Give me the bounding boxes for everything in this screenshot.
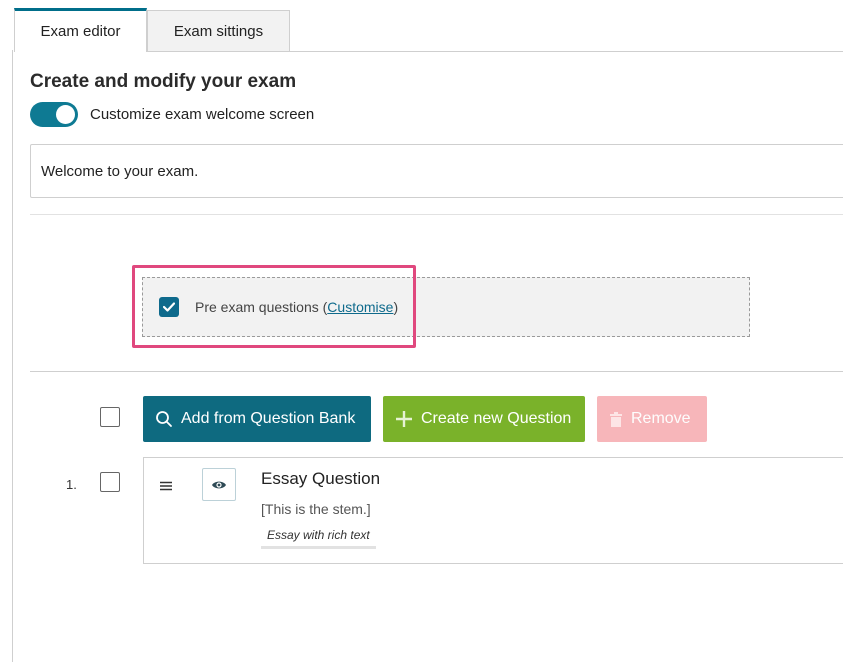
plus-icon (395, 410, 413, 428)
tab-exam-editor[interactable]: Exam editor (14, 8, 147, 52)
welcome-screen-toggle-label: Customize exam welcome screen (90, 106, 315, 123)
question-title[interactable]: Essay Question (261, 469, 380, 489)
welcome-text-field[interactable]: Welcome to your exam. (30, 144, 843, 198)
create-new-question-button[interactable]: Create new Question (383, 396, 585, 442)
question-select-checkbox[interactable] (100, 472, 120, 492)
question-type-badge: Essay with rich text (261, 526, 376, 549)
add-from-question-bank-label: Add from Question Bank (181, 410, 356, 427)
preview-button[interactable] (202, 468, 236, 501)
remove-button[interactable]: Remove (597, 396, 707, 442)
pre-exam-label: Pre exam questions (Customise) (195, 299, 398, 315)
eye-icon (212, 481, 226, 488)
question-card (143, 457, 843, 564)
tab-exam-sittings[interactable]: Exam sittings (147, 10, 290, 52)
left-border (12, 50, 13, 662)
create-new-question-label: Create new Question (421, 410, 572, 427)
tab-underline (146, 51, 843, 52)
divider (30, 371, 843, 372)
pre-exam-label-text: Pre exam questions (195, 299, 319, 315)
checkmark-icon (163, 302, 175, 312)
drag-handle-icon[interactable] (160, 478, 172, 495)
customise-link[interactable]: Customise (327, 299, 393, 315)
close-paren: ) (393, 299, 399, 315)
question-stem: [This is the stem.] (261, 501, 371, 517)
question-number: 1. (66, 477, 77, 492)
page-heading: Create and modify your exam (30, 71, 297, 92)
search-icon (155, 410, 173, 428)
welcome-screen-toggle[interactable] (30, 102, 78, 127)
add-from-question-bank-button[interactable]: Add from Question Bank (143, 396, 371, 442)
divider (30, 214, 843, 215)
trash-icon (609, 411, 623, 428)
select-all-checkbox[interactable] (100, 407, 120, 427)
pre-exam-checkbox[interactable] (159, 297, 179, 317)
welcome-text-value: Welcome to your exam. (41, 162, 199, 180)
remove-label: Remove (631, 410, 691, 427)
toggle-knob (56, 105, 75, 124)
